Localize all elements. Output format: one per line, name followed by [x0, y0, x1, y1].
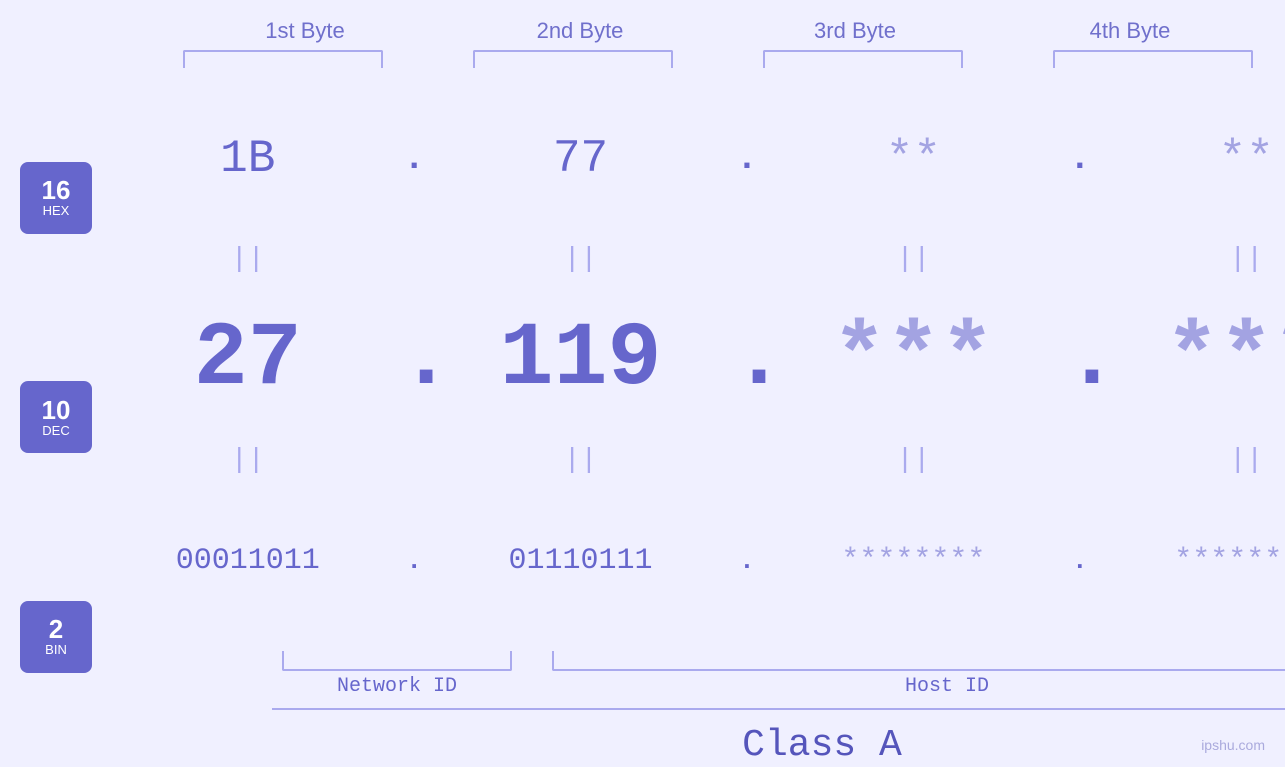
hex-dot-3: .: [1065, 138, 1095, 179]
class-label: Class A: [742, 724, 902, 767]
dec-row: 27 . 119 . *** . ***: [122, 279, 1285, 440]
bin-byte-1: 00011011: [148, 544, 348, 578]
class-row: Class A: [272, 708, 1285, 767]
equals-row-2: || || || ||: [122, 440, 1285, 480]
byte-header-1: 1st Byte: [185, 18, 425, 44]
top-brackets: [168, 50, 1268, 68]
main-container: 1st Byte 2nd Byte 3rd Byte 4th Byte 16 H…: [0, 0, 1285, 767]
dec-byte-3: ***: [813, 309, 1013, 411]
byte-headers: 1st Byte 2nd Byte 3rd Byte 4th Byte: [168, 18, 1268, 44]
eq-1: ||: [148, 244, 348, 275]
network-id-label: Network ID: [272, 675, 522, 698]
host-id-label: Host ID: [522, 675, 1285, 698]
bin-dot-2: .: [732, 546, 762, 576]
bin-dot-3: .: [1065, 546, 1095, 576]
labels-col: 16 HEX 10 DEC 2 BIN: [0, 68, 112, 767]
bracket-4: [1053, 50, 1253, 68]
main-area: 16 HEX 10 DEC 2 BIN 1B . 77 . ** . **: [0, 68, 1285, 767]
dec-byte-2: 119: [481, 309, 681, 411]
bracket-2: [473, 50, 673, 68]
badge-bin: 2 BIN: [20, 601, 92, 673]
hex-byte-4: **: [1146, 133, 1285, 185]
eq2-4: ||: [1146, 445, 1285, 476]
equals-row-1: || || || ||: [122, 239, 1285, 279]
hex-byte-2: 77: [481, 133, 681, 185]
byte-header-3: 3rd Byte: [735, 18, 975, 44]
eq-2: ||: [481, 244, 681, 275]
hex-dot-2: .: [732, 138, 762, 179]
hex-dot-1: .: [399, 138, 429, 179]
watermark: ipshu.com: [1201, 737, 1265, 753]
byte-header-2: 2nd Byte: [460, 18, 700, 44]
dec-byte-1: 27: [148, 309, 348, 411]
data-area: 1B . 77 . ** . ** || || || || 27: [112, 68, 1285, 767]
badge-dec: 10 DEC: [20, 381, 92, 453]
bin-row: 00011011 . 01110111 . ******** . *******…: [122, 480, 1285, 641]
bracket-1: [183, 50, 383, 68]
hex-byte-1: 1B: [148, 133, 348, 185]
dec-byte-4: ***: [1146, 309, 1285, 411]
bin-byte-3: ********: [813, 544, 1013, 578]
bin-byte-4: ********: [1146, 544, 1285, 578]
eq2-3: ||: [813, 445, 1013, 476]
byte-header-4: 4th Byte: [1010, 18, 1250, 44]
eq-3: ||: [813, 244, 1013, 275]
dec-dot-2: .: [732, 309, 762, 411]
eq-4: ||: [1146, 244, 1285, 275]
bottom-brackets: [272, 641, 1285, 671]
badge-hex: 16 HEX: [20, 162, 92, 234]
network-bracket: [282, 651, 512, 671]
bin-dot-1: .: [399, 546, 429, 576]
eq2-1: ||: [148, 445, 348, 476]
hex-row: 1B . 77 . ** . **: [122, 78, 1285, 239]
dec-dot-3: .: [1065, 309, 1095, 411]
id-labels: Network ID Host ID: [272, 675, 1285, 698]
dec-dot-1: .: [399, 309, 429, 411]
hex-byte-3: **: [813, 133, 1013, 185]
bin-byte-2: 01110111: [481, 544, 681, 578]
bracket-3: [763, 50, 963, 68]
eq2-2: ||: [481, 445, 681, 476]
host-bracket: [552, 651, 1285, 671]
bottom-section: Network ID Host ID: [272, 641, 1285, 698]
